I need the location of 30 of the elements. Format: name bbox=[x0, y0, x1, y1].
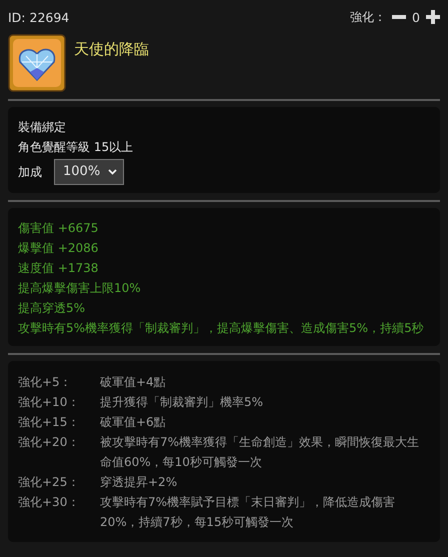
enhance-value: 0 bbox=[412, 10, 420, 24]
stat-line: 速度值 +1738 bbox=[18, 260, 100, 277]
enhance-level: 強化+30： bbox=[18, 494, 80, 511]
item-name: 天使的降臨 bbox=[74, 40, 149, 59]
enhance-effect: 被攻擊時有7%機率獲得「生命創造」效果，瞬間恢復最大生命值60%，每10秒可觸發一次 bbox=[100, 434, 420, 471]
enhance-level: 強化+15： bbox=[18, 414, 80, 431]
bonus-select[interactable]: 100% bbox=[54, 159, 124, 185]
enhance-effect: 提升獲得「制裁審判」機率5% bbox=[100, 394, 264, 411]
enhance-level: 強化+25： bbox=[18, 474, 80, 491]
item-id: ID: 22694 bbox=[8, 10, 70, 24]
stat-line: 攻擊時有5%機率獲得「制裁審判」，提高爆擊傷害、造成傷害5%，持續5秒 bbox=[18, 320, 425, 337]
chevron-down-icon bbox=[108, 169, 118, 175]
plus-button[interactable] bbox=[426, 10, 440, 24]
level-requirement: 角色覺醒等級 15以上 bbox=[18, 139, 134, 156]
enhance-level: 強化+10： bbox=[18, 394, 80, 411]
enhance-label: 強化： bbox=[350, 8, 386, 26]
stat-line: 提高穿透5% bbox=[18, 300, 86, 317]
enhance-effect: 破軍值+4點 bbox=[100, 374, 167, 391]
stat-line: 爆擊值 +2086 bbox=[18, 240, 100, 257]
stat-line: 提高爆擊傷害上限10% bbox=[18, 280, 142, 297]
stat-line: 傷害值 +6675 bbox=[18, 220, 100, 237]
enhance-level: 強化+20： bbox=[18, 434, 80, 451]
enhance-level: 強化+5： bbox=[18, 374, 73, 391]
enhance-effect: 穿透提昇+2% bbox=[100, 474, 178, 491]
plus-icon bbox=[426, 10, 440, 24]
gem-icon bbox=[8, 34, 66, 92]
enhance-effect: 破軍值+6點 bbox=[100, 414, 167, 431]
enhance-effect: 攻擊時有7%機率賦予目標「末日審判」，降低造成傷害20%，持續7秒，每15秒可觸發一次 bbox=[100, 494, 396, 531]
binding-text: 裝備綁定 bbox=[18, 119, 67, 136]
bonus-label: 加成 bbox=[18, 164, 42, 181]
